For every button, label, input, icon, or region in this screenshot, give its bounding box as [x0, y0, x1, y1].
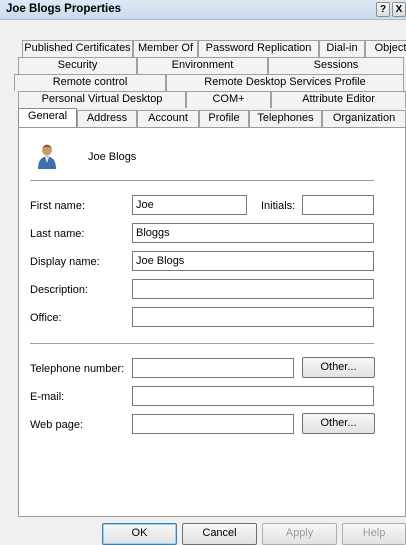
telephone-other-button[interactable]: Other...: [302, 357, 375, 378]
tab-remote-desktop-services-profile[interactable]: Remote Desktop Services Profile: [166, 74, 404, 91]
separator: [30, 180, 374, 182]
telephone-label: Telephone number:: [30, 363, 125, 375]
display-name-field[interactable]: [132, 251, 374, 271]
apply-button[interactable]: Apply: [262, 523, 337, 545]
title-bar: Joe Blogs Properties ? X: [0, 0, 406, 20]
tab-row-5: General Address Account Profile Telephon…: [18, 108, 406, 127]
web-page-label: Web page:: [30, 419, 84, 431]
tab-remote-control[interactable]: Remote control: [14, 74, 166, 91]
tab-row-2: Security Environment Sessions: [18, 57, 406, 74]
tab-row-1: Published Certificates Member Of Passwor…: [22, 40, 406, 57]
first-name-label: First name:: [30, 200, 86, 212]
tab-published-certificates[interactable]: Published Certificates: [22, 40, 133, 57]
user-display-heading: Joe Blogs: [88, 151, 137, 163]
tab-password-replication[interactable]: Password Replication: [198, 40, 319, 57]
office-field[interactable]: [132, 307, 374, 327]
tab-com-plus[interactable]: COM+: [186, 91, 271, 108]
first-name-field[interactable]: [132, 195, 247, 215]
window-title: Joe Blogs Properties: [6, 3, 122, 15]
tab-dial-in[interactable]: Dial-in: [319, 40, 365, 57]
office-label: Office:: [30, 312, 62, 324]
help-button[interactable]: Help: [342, 523, 406, 545]
tab-member-of[interactable]: Member Of: [133, 40, 198, 57]
tab-sessions[interactable]: Sessions: [268, 57, 404, 74]
close-button[interactable]: X: [392, 2, 406, 17]
cancel-button[interactable]: Cancel: [182, 523, 257, 545]
tab-account[interactable]: Account: [137, 110, 199, 127]
email-label: E-mail:: [30, 391, 65, 403]
tab-personal-virtual-desktop[interactable]: Personal Virtual Desktop: [18, 91, 186, 108]
tab-telephones[interactable]: Telephones: [249, 110, 322, 127]
separator: [30, 343, 374, 345]
tab-security[interactable]: Security: [18, 57, 137, 74]
description-label: Description:: [30, 284, 89, 296]
initials-label: Initials:: [261, 200, 296, 212]
last-name-label: Last name:: [30, 228, 85, 240]
tab-attribute-editor[interactable]: Attribute Editor: [271, 91, 406, 108]
display-name-label: Display name:: [30, 256, 100, 268]
tab-organization[interactable]: Organization: [322, 110, 406, 127]
tab-general[interactable]: General: [18, 108, 77, 127]
tab-row-3: Remote control Remote Desktop Services P…: [14, 74, 406, 91]
general-tab-panel: Joe Blogs First name: Initials: Last nam…: [18, 127, 406, 517]
last-name-field[interactable]: [132, 223, 374, 243]
tab-environment[interactable]: Environment: [137, 57, 268, 74]
tab-row-4: Personal Virtual Desktop COM+ Attribute …: [18, 91, 406, 108]
description-field[interactable]: [132, 279, 374, 299]
email-field[interactable]: [132, 386, 374, 406]
tab-object[interactable]: Object: [365, 40, 406, 57]
web-page-field[interactable]: [132, 414, 294, 434]
web-page-other-button[interactable]: Other...: [302, 413, 375, 434]
tab-profile[interactable]: Profile: [199, 110, 249, 127]
ok-button[interactable]: OK: [102, 523, 177, 545]
telephone-field[interactable]: [132, 358, 294, 378]
user-icon: [38, 144, 56, 169]
help-title-button[interactable]: ?: [376, 2, 390, 17]
initials-field[interactable]: [302, 195, 374, 215]
tab-address[interactable]: Address: [77, 110, 137, 127]
